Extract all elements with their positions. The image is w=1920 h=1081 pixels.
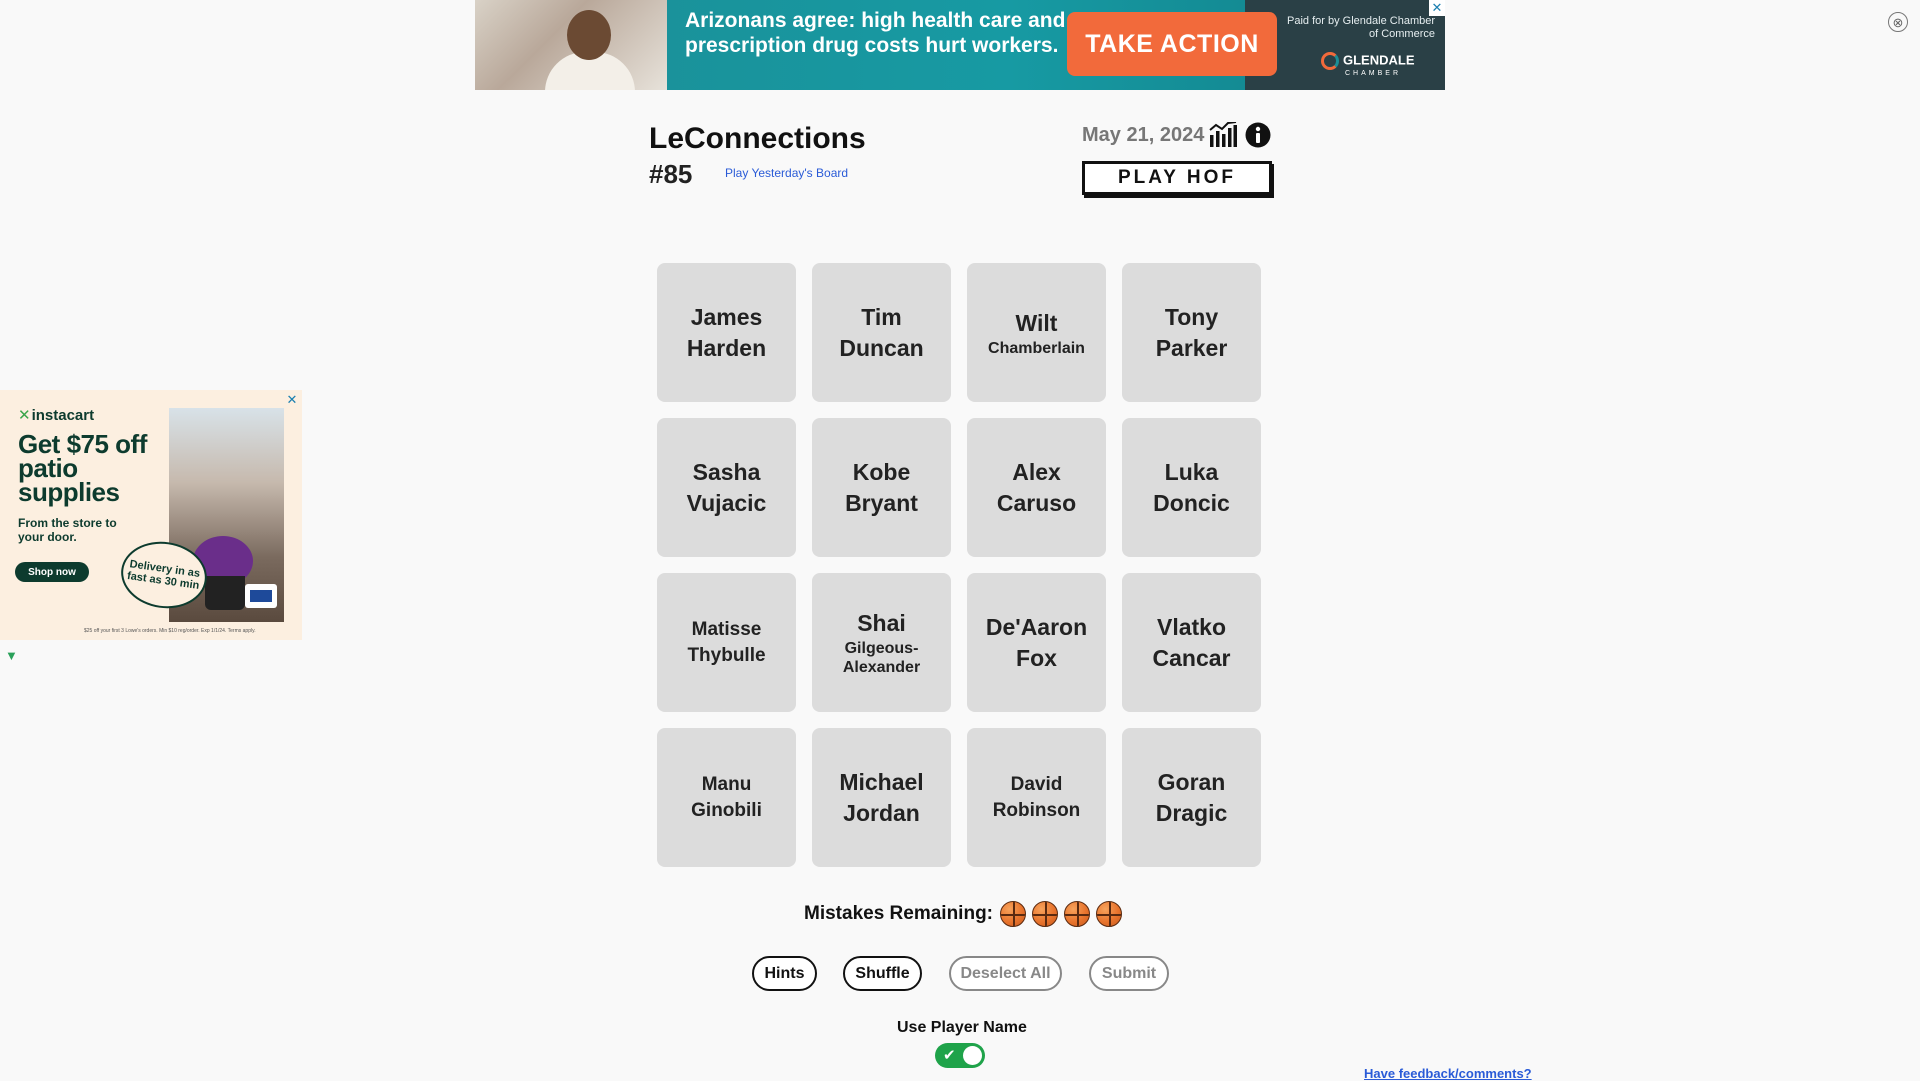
player-first-name: Goran bbox=[1157, 768, 1226, 795]
use-player-name-label: Use Player Name bbox=[897, 1019, 1027, 1036]
player-tile[interactable]: Vlatko Cancar bbox=[1122, 573, 1261, 712]
player-first-name: Alex bbox=[1012, 458, 1061, 485]
player-first-name: Michael bbox=[839, 768, 924, 795]
info-icon[interactable] bbox=[1245, 122, 1271, 148]
player-last-name: Dragic bbox=[1155, 799, 1228, 826]
player-last-name: Gilgeous-Alexander bbox=[842, 640, 921, 676]
player-first-name: Matisse bbox=[691, 618, 762, 640]
play-yesterday-link[interactable]: Play Yesterday's Board bbox=[725, 166, 848, 180]
player-tile[interactable]: Goran Dragic bbox=[1122, 728, 1261, 867]
player-first-name: Luka bbox=[1164, 458, 1219, 485]
instacart-brand: instacart bbox=[31, 407, 95, 424]
player-tile[interactable]: Matisse Thybulle bbox=[657, 573, 796, 712]
player-first-name: Kobe bbox=[852, 458, 911, 485]
instacart-logo: ✕instacart bbox=[18, 406, 94, 424]
player-last-name: Parker bbox=[1155, 334, 1228, 361]
player-tile[interactable]: Wilt Chamberlain bbox=[967, 263, 1106, 402]
player-first-name: Wilt bbox=[1015, 309, 1058, 336]
basketball-icon bbox=[1096, 901, 1122, 927]
stats-chart-icon[interactable] bbox=[1209, 122, 1237, 148]
player-first-name: Sasha bbox=[692, 458, 761, 485]
player-last-name: Bryant bbox=[845, 489, 918, 516]
mistakes-remaining: Mistakes Remaining: bbox=[804, 901, 1128, 927]
carrot-icon: ✕ bbox=[18, 407, 31, 424]
player-first-name: Shai bbox=[857, 610, 906, 636]
player-last-name: Robinson bbox=[992, 799, 1081, 821]
toggle-knob bbox=[963, 1046, 982, 1065]
glendale-logo-icon bbox=[1321, 52, 1339, 70]
submit-button[interactable]: Submit bbox=[1089, 956, 1169, 991]
player-tile[interactable]: Alex Caruso bbox=[967, 418, 1106, 557]
ad-photo bbox=[475, 0, 667, 90]
player-grid: James Harden Tim Duncan Wilt Chamberlain Tony P… bbox=[657, 263, 1261, 867]
player-last-name: Jordan bbox=[843, 799, 920, 826]
player-tile[interactable]: Sasha Vujacic bbox=[657, 418, 796, 557]
player-tile[interactable]: Tony Parker bbox=[1122, 263, 1261, 402]
player-first-name: James bbox=[690, 303, 763, 330]
take-action-button[interactable]: TAKE ACTION bbox=[1067, 12, 1277, 76]
ad-close-icon[interactable]: ✕ bbox=[1429, 0, 1445, 16]
basketball-icon bbox=[1064, 901, 1090, 927]
side-ad-subtext: From the store to your door. bbox=[18, 516, 117, 544]
player-last-name: Fox bbox=[1016, 644, 1057, 671]
player-tile[interactable]: Tim Duncan bbox=[812, 263, 951, 402]
mistake-balls bbox=[1000, 901, 1128, 927]
puzzle-date: May 21, 2024 bbox=[1082, 124, 1205, 146]
close-icon[interactable]: ⊗ bbox=[1888, 12, 1908, 32]
feedback-link[interactable]: Have feedback/comments? bbox=[1364, 1066, 1532, 1081]
shuffle-button[interactable]: Shuffle bbox=[843, 956, 922, 991]
puzzle-number: #85 bbox=[649, 159, 693, 189]
basketball-icon bbox=[1032, 901, 1058, 927]
lowes-logo-icon bbox=[245, 584, 277, 608]
check-icon: ✔ bbox=[943, 1047, 956, 1064]
side-ad-fine-print: $25 off your first 3 Lowe's orders. Min … bbox=[84, 628, 256, 634]
hints-button[interactable]: Hints bbox=[752, 956, 817, 991]
player-last-name: Chamberlain bbox=[988, 339, 1085, 357]
player-tile[interactable]: Kobe Bryant bbox=[812, 418, 951, 557]
ad-brand-sub: CHAMBER bbox=[1345, 70, 1402, 77]
side-ad-headline: Get $75 off patio supplies bbox=[18, 429, 147, 507]
player-last-name: Ginobili bbox=[691, 799, 762, 821]
page-title: LeConnections bbox=[649, 122, 866, 155]
top-banner-ad[interactable]: Arizonans agree: high health care and pr… bbox=[475, 0, 1445, 90]
player-tile[interactable]: De'Aaron Fox bbox=[967, 573, 1106, 712]
player-last-name: Harden bbox=[686, 334, 767, 361]
player-first-name: Vlatko bbox=[1156, 613, 1227, 640]
player-last-name: Duncan bbox=[839, 334, 924, 361]
player-last-name: Vujacic bbox=[686, 489, 767, 516]
side-ad-close-icon[interactable]: ✕ bbox=[284, 392, 300, 408]
player-last-name: Doncic bbox=[1153, 489, 1230, 516]
basketball-icon bbox=[1000, 901, 1026, 927]
player-tile[interactable]: Luka Doncic bbox=[1122, 418, 1261, 557]
ad-paid-by: Paid for by Glendale Chamber of Commerce bbox=[1287, 15, 1435, 40]
player-first-name: De'Aaron bbox=[985, 613, 1088, 640]
player-first-name: Tim bbox=[861, 303, 902, 330]
use-player-name-toggle[interactable]: ✔ bbox=[935, 1043, 985, 1068]
player-last-name: Thybulle bbox=[687, 644, 766, 666]
player-tile[interactable]: Manu Ginobili bbox=[657, 728, 796, 867]
deselect-all-button[interactable]: Deselect All bbox=[949, 956, 1062, 991]
player-tile[interactable]: James Harden bbox=[657, 263, 796, 402]
player-tile[interactable]: David Robinson bbox=[967, 728, 1106, 867]
player-last-name: Caruso bbox=[996, 489, 1077, 516]
player-first-name: David bbox=[1010, 773, 1063, 795]
play-hof-button[interactable]: PLAY HOF bbox=[1082, 161, 1272, 195]
ad-brand-name: GLENDALE bbox=[1343, 52, 1415, 68]
player-first-name: Tony bbox=[1164, 303, 1219, 330]
ad-headline: Arizonans agree: high health care and pr… bbox=[685, 9, 1066, 57]
side-ad[interactable]: ✕instacart Get $75 off patio supplies Fr… bbox=[0, 390, 302, 640]
ad-feedback-icon[interactable]: ▼ bbox=[5, 648, 18, 663]
player-tile[interactable]: Shai Gilgeous-Alexander bbox=[812, 573, 951, 712]
shop-now-button[interactable]: Shop now bbox=[15, 562, 89, 582]
ad-brand-logo: GLENDALE CHAMBER bbox=[1321, 52, 1415, 77]
player-first-name: Manu bbox=[701, 773, 752, 795]
player-last-name: Cancar bbox=[1152, 644, 1231, 671]
player-tile[interactable]: Michael Jordan bbox=[812, 728, 951, 867]
mistakes-label: Mistakes Remaining: bbox=[804, 903, 993, 924]
